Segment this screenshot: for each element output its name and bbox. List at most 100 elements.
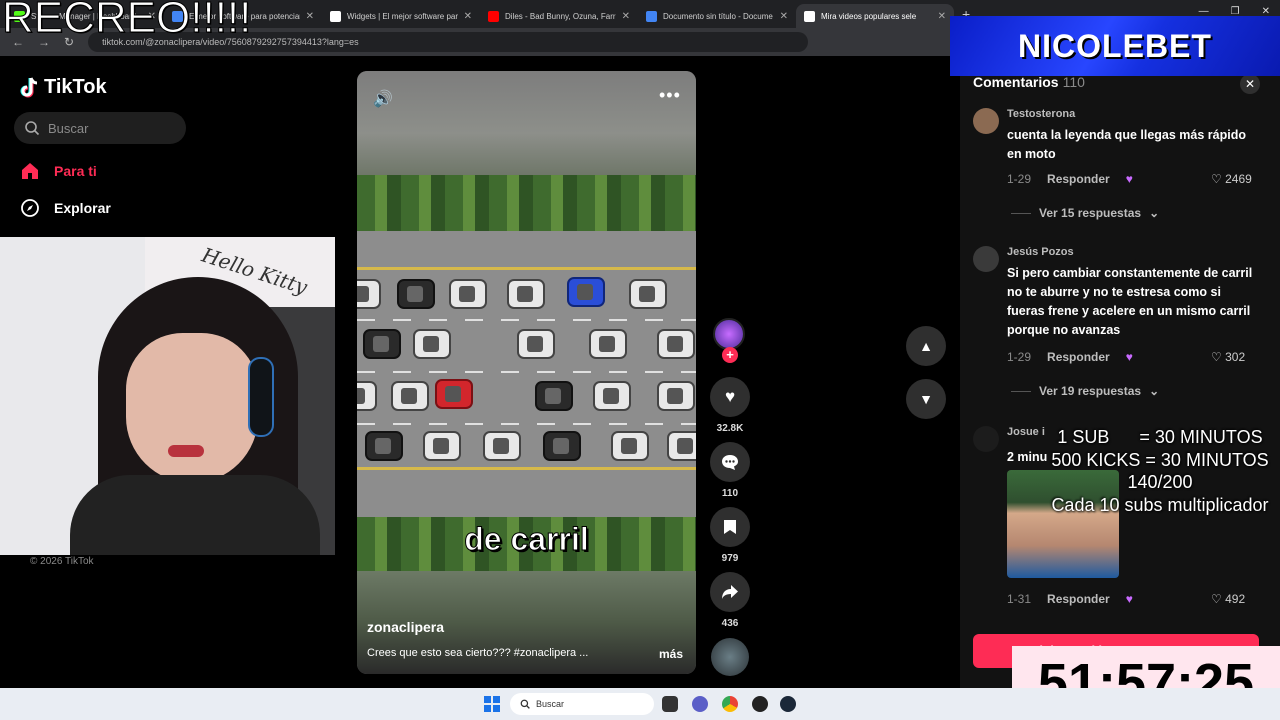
recreo-overlay-text: RECREO!!!!! xyxy=(1,0,252,42)
car-image xyxy=(449,279,487,309)
taskbar-search-input[interactable]: Buscar xyxy=(510,693,654,715)
search-icon xyxy=(520,699,530,709)
tab-close-icon[interactable]: ✕ xyxy=(938,11,946,22)
home-icon xyxy=(22,163,38,179)
copyright-text: © 2026 TikTok xyxy=(30,556,94,567)
divider xyxy=(1011,212,1031,214)
nav-item-explorar[interactable]: Explorar xyxy=(20,198,111,218)
car-image xyxy=(435,379,473,409)
road-lane-line xyxy=(357,371,696,373)
tab-title: Mira videos populares sele xyxy=(821,11,917,21)
car-image xyxy=(357,381,377,411)
comment-like-count: 2469 xyxy=(1225,172,1252,186)
obs-icon[interactable] xyxy=(752,696,768,712)
avatar[interactable] xyxy=(973,246,999,272)
chevron-down-icon: ⌄ xyxy=(1149,206,1160,220)
comment-like-button[interactable]: ♡ 2469 xyxy=(1211,172,1252,186)
comment-user[interactable]: Testosterona xyxy=(1007,108,1075,120)
browser-tab[interactable]: Widgets | El mejor software para ✕ xyxy=(322,4,480,28)
close-icon: ✕ xyxy=(1244,77,1256,91)
tab-close-icon[interactable]: ✕ xyxy=(622,11,630,22)
next-video-button[interactable]: ▼ xyxy=(906,379,946,419)
car-image xyxy=(657,381,695,411)
windows-start-icon[interactable] xyxy=(484,696,500,712)
more-options-icon[interactable]: ••• xyxy=(659,85,681,106)
chrome-icon[interactable] xyxy=(722,696,738,712)
close-comments-button[interactable]: ✕ xyxy=(1240,74,1260,94)
view-replies-button[interactable]: Ver 15 respuestas ⌄ xyxy=(1011,206,1159,220)
tiktok-logo-icon xyxy=(20,76,38,97)
road-lane-line xyxy=(357,319,696,321)
volume-icon[interactable]: 🔊 xyxy=(373,89,393,109)
car-image xyxy=(667,431,696,461)
follow-button[interactable]: + xyxy=(722,347,738,363)
nav-item-label: Explorar xyxy=(54,200,111,216)
subathon-rules: 1 SUB = 30 MINUTOS 500 KICKS = 30 MINUTO… xyxy=(1040,426,1280,516)
task-view-icon[interactable] xyxy=(662,696,678,712)
tab-close-icon[interactable]: ✕ xyxy=(464,11,472,22)
comment-user[interactable]: Jesús Pozos xyxy=(1007,246,1074,258)
save-button[interactable] xyxy=(710,507,750,547)
view-replies-label: Ver 15 respuestas xyxy=(1039,206,1142,220)
car-image xyxy=(567,277,605,307)
view-replies-button[interactable]: Ver 19 respuestas ⌄ xyxy=(1011,384,1159,398)
taskbar: Buscar xyxy=(0,688,1280,720)
comment-button[interactable] xyxy=(710,442,750,482)
share-button[interactable] xyxy=(710,572,750,612)
comment-icon xyxy=(722,455,738,470)
creator-avatar[interactable] xyxy=(713,318,745,350)
reply-button[interactable]: Responder xyxy=(1047,592,1110,606)
subathon-line: 1 SUB = 30 MINUTOS xyxy=(1057,427,1263,447)
comment-meta: 1-29 Responder ♥ xyxy=(1007,172,1133,186)
steam-icon[interactable] xyxy=(780,696,796,712)
music-disc-icon[interactable] xyxy=(711,638,749,676)
browser-tab[interactable]: Diles - Bad Bunny, Ozuna, Farru ✕ xyxy=(480,4,638,28)
tab-close-icon[interactable]: ✕ xyxy=(306,11,314,22)
video-blur-top xyxy=(357,71,696,175)
comment-text: cuenta la leyenda que llegas más rápido … xyxy=(1007,128,1246,161)
comment-like-button[interactable]: ♡ 302 xyxy=(1211,350,1245,364)
avatar[interactable] xyxy=(973,108,999,134)
reply-button[interactable]: Responder xyxy=(1047,172,1110,186)
car-image xyxy=(589,329,627,359)
avatar[interactable] xyxy=(973,426,999,452)
car-image xyxy=(657,329,695,359)
car-image xyxy=(413,329,451,359)
browser-tab[interactable]: Documento sin título - Docume ✕ xyxy=(638,4,796,28)
like-button[interactable]: ♥ xyxy=(710,377,750,417)
video-player[interactable]: de carril 🔊 ••• zonaclipera Crees que es… xyxy=(357,71,696,674)
nav-item-para-ti[interactable]: Para ti xyxy=(20,161,97,181)
car-image xyxy=(535,381,573,411)
search-placeholder: Buscar xyxy=(48,120,89,136)
chat-app-icon[interactable] xyxy=(692,696,708,712)
tiktok-logo[interactable]: TikTok xyxy=(20,76,107,99)
tab-title: Documento sin título - Docume xyxy=(663,11,773,21)
previous-video-button[interactable]: ▲ xyxy=(906,326,946,366)
heart-outline-icon: ♡ xyxy=(1211,172,1222,186)
more-button[interactable]: más xyxy=(659,647,683,661)
comments-count: 110 xyxy=(1062,74,1085,90)
tab-title: Widgets | El mejor software para xyxy=(347,11,458,21)
tab-title: Diles - Bad Bunny, Ozuna, Farru xyxy=(505,11,616,21)
comment-date: 1-31 xyxy=(1007,592,1032,606)
browser-tab-active[interactable]: Mira videos populares sele ✕ xyxy=(796,4,954,28)
comment-like-button[interactable]: ♡ 492 xyxy=(1211,592,1245,606)
search-input[interactable]: Buscar xyxy=(14,112,186,144)
taskbar-search-placeholder: Buscar xyxy=(536,699,565,709)
car-image xyxy=(517,329,555,359)
video-author[interactable]: zonaclipera xyxy=(367,619,444,635)
comments-title-label: Comentarios xyxy=(973,74,1059,90)
tiktok-favicon-icon xyxy=(804,10,815,22)
reply-button[interactable]: Responder xyxy=(1047,350,1110,364)
tab-close-icon[interactable]: ✕ xyxy=(780,11,788,22)
car-image xyxy=(397,279,435,309)
road-edge-line xyxy=(357,467,696,470)
video-description: Crees que esto sea cierto??? #zonacliper… xyxy=(367,647,589,659)
heart-outline-icon: ♡ xyxy=(1211,592,1222,606)
like-count: 32.8K xyxy=(716,423,744,434)
heart-outline-icon: ♡ xyxy=(1211,350,1222,364)
car-image xyxy=(611,431,649,461)
view-replies-label: Ver 19 respuestas xyxy=(1039,384,1142,398)
compass-icon xyxy=(21,199,39,217)
heart-icon: ♥ xyxy=(724,387,736,406)
